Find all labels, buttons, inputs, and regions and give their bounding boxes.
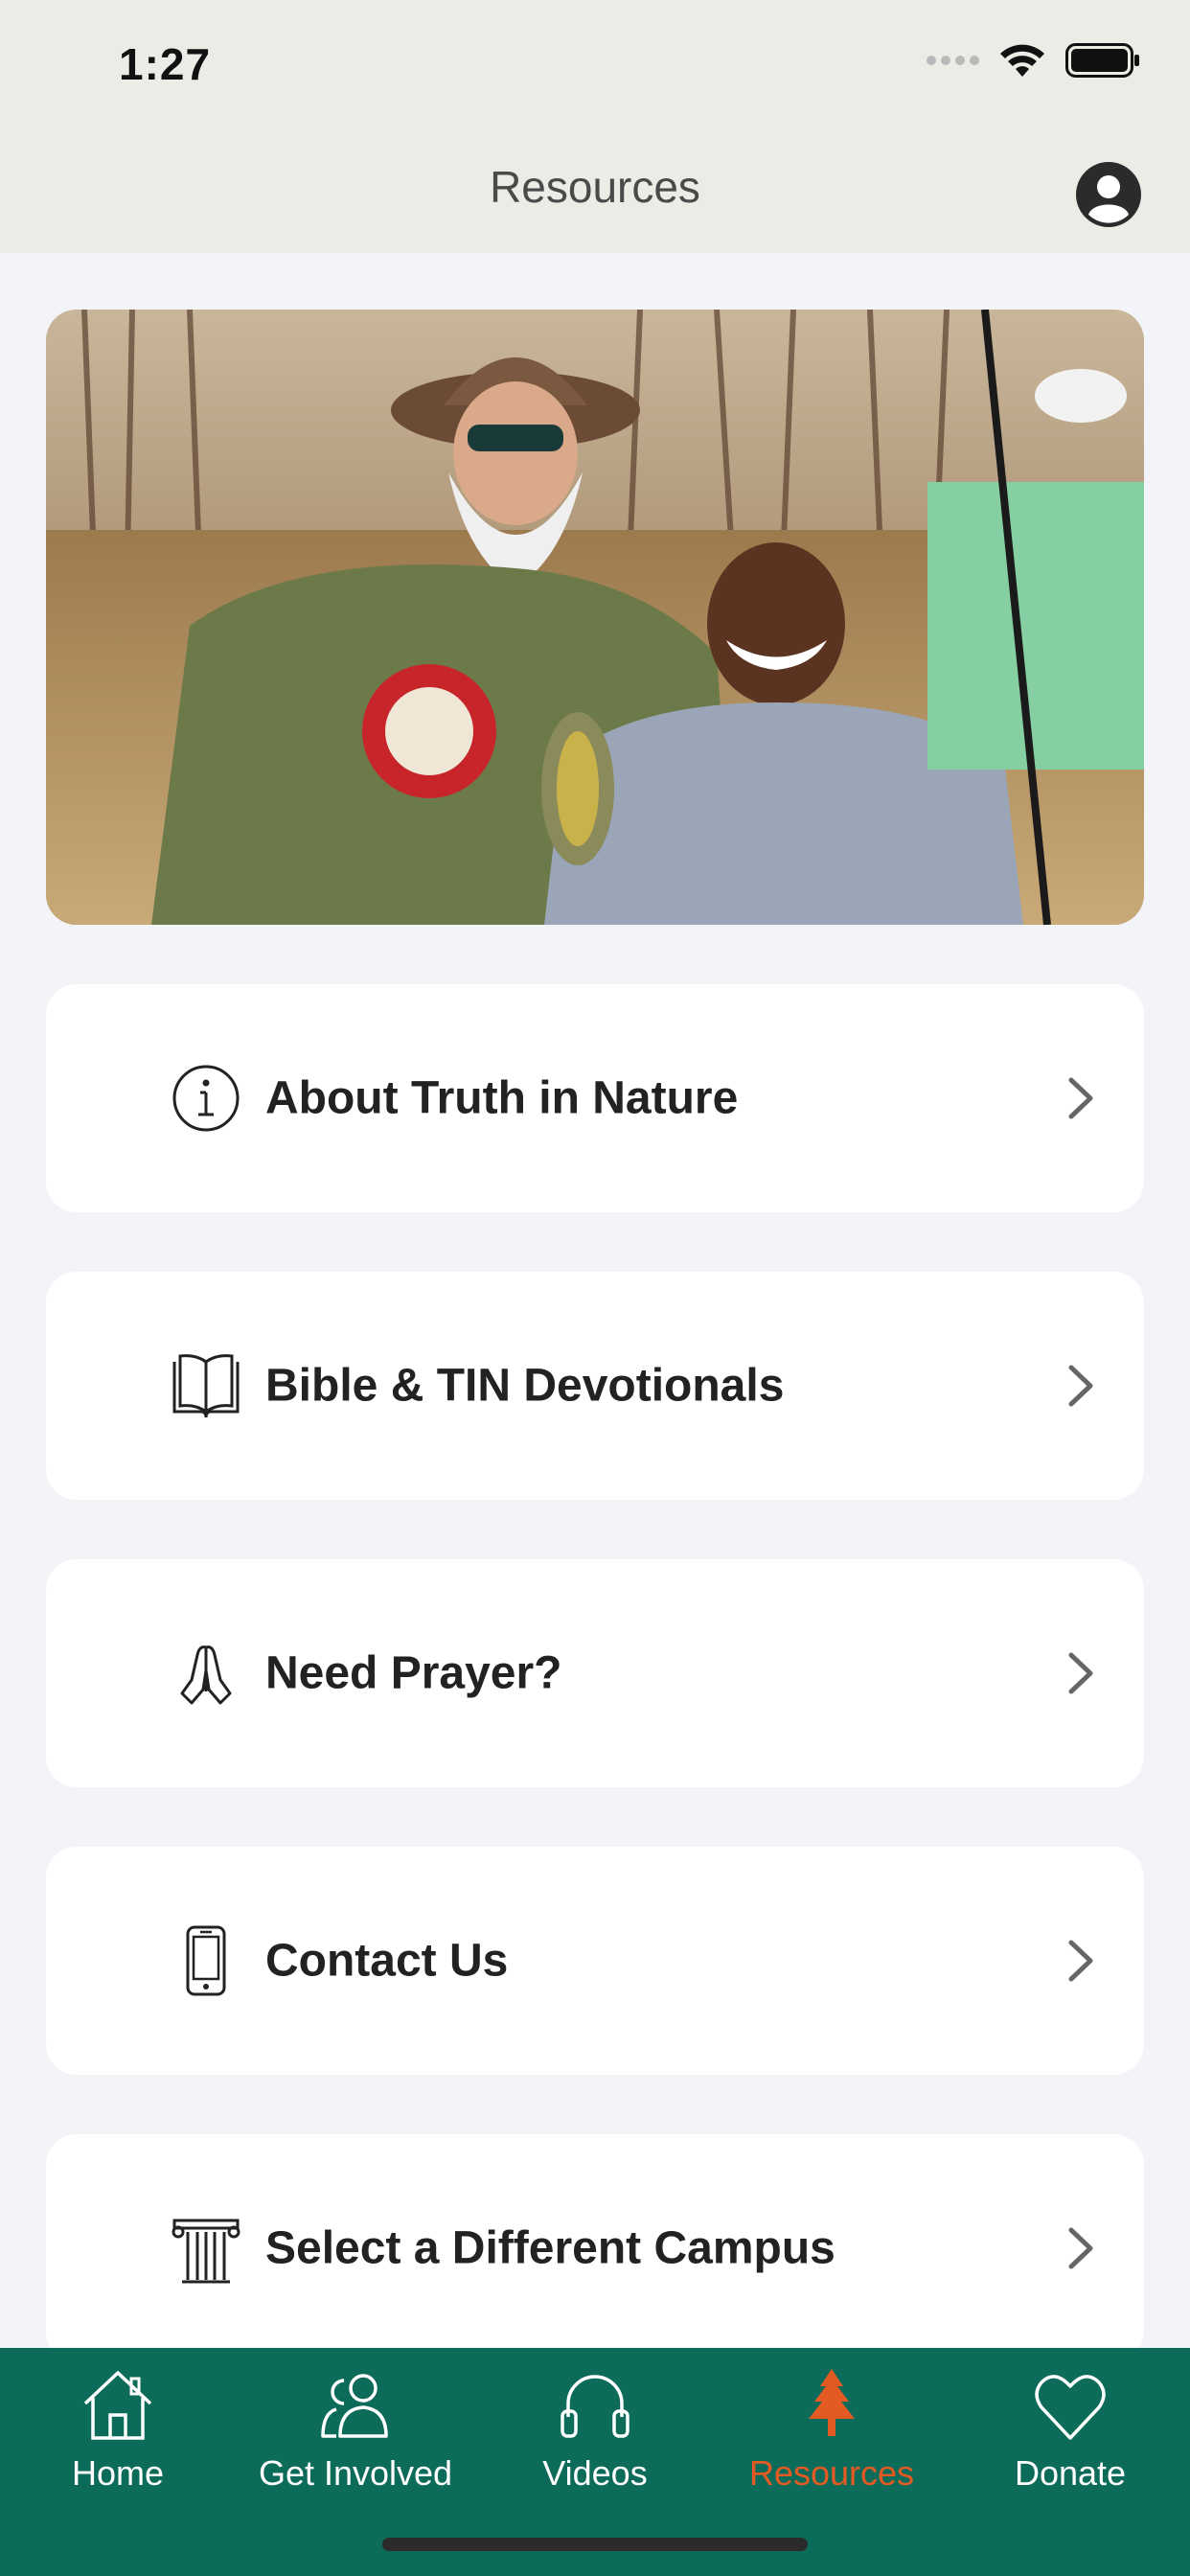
tab-label: Home <box>71 2453 165 2493</box>
menu-item-label: Need Prayer? <box>265 1647 562 1699</box>
book-icon <box>172 1354 240 1418</box>
page-title: Resources <box>490 162 700 212</box>
headphones-icon <box>561 2375 629 2438</box>
menu-item-prayer[interactable]: Need Prayer? <box>46 1559 1144 1787</box>
tab-resources[interactable]: Resources <box>726 2365 937 2494</box>
tab-label: Donate <box>1014 2453 1127 2493</box>
status-icons <box>927 42 1140 79</box>
menu-item-contact[interactable]: Contact Us <box>46 1847 1144 2075</box>
cellular-signal-icon <box>927 56 979 65</box>
people-icon <box>321 2374 388 2438</box>
praying-hands-icon <box>180 1645 232 1705</box>
menu-item-label: Select a Different Campus <box>265 2222 835 2274</box>
chevron-right-icon <box>1068 2227 1093 2269</box>
wifi-icon <box>1000 44 1044 77</box>
tab-label: Videos <box>542 2453 648 2493</box>
house-icon <box>83 2371 152 2440</box>
phone-icon <box>186 1925 226 1996</box>
tab-donate[interactable]: Donate <box>965 2365 1176 2494</box>
chevron-right-icon <box>1068 1077 1093 1119</box>
status-time: 1:27 <box>119 39 212 89</box>
chevron-right-icon <box>1068 1365 1093 1407</box>
chevron-right-icon <box>1068 1940 1093 1982</box>
profile-icon[interactable] <box>1075 161 1142 228</box>
info-icon <box>172 1065 240 1132</box>
resources-screen: 1:27 Resources About Truth in Nature Bib… <box>0 0 1190 2576</box>
battery-icon <box>1065 43 1139 78</box>
tab-videos[interactable]: Videos <box>490 2365 700 2494</box>
tab-home[interactable]: Home <box>12 2365 223 2494</box>
tab-label: Get Involved <box>258 2453 453 2493</box>
menu-item-label: About Truth in Nature <box>265 1072 739 1124</box>
tree-icon <box>809 2369 855 2436</box>
menu-item-devotionals[interactable]: Bible & TIN Devotionals <box>46 1272 1144 1500</box>
menu-item-about[interactable]: About Truth in Nature <box>46 984 1144 1212</box>
tab-label: Resources <box>748 2453 915 2493</box>
menu-item-campus[interactable]: Select a Different Campus <box>46 2134 1144 2362</box>
menu-item-label: Bible & TIN Devotionals <box>265 1360 785 1412</box>
chevron-right-icon <box>1068 1652 1093 1694</box>
tab-get-involved[interactable]: Get Involved <box>250 2365 461 2494</box>
heart-icon <box>1035 2375 1106 2440</box>
menu-item-label: Contact Us <box>265 1935 509 1987</box>
header-bar: 1:27 Resources <box>0 0 1190 253</box>
home-indicator <box>382 2538 808 2551</box>
pillar-icon <box>172 2219 240 2284</box>
hero-image <box>46 310 1144 925</box>
